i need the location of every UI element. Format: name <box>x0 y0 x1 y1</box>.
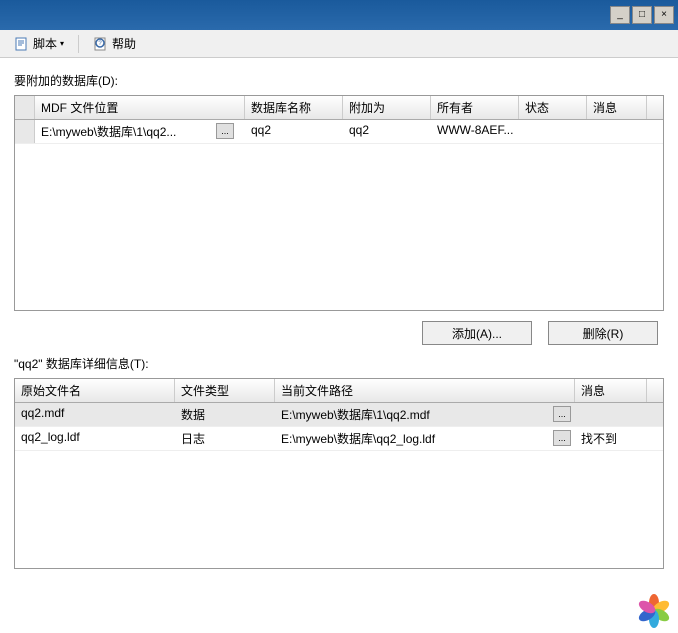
minimize-button[interactable]: _ <box>610 6 630 24</box>
row-marker-header <box>15 96 35 119</box>
maximize-button[interactable]: □ <box>632 6 652 24</box>
help-icon: ? <box>93 36 109 52</box>
script-icon <box>14 36 30 52</box>
col-orig-filename[interactable]: 原始文件名 <box>15 379 175 402</box>
cell-message <box>587 120 647 143</box>
cell-filename[interactable]: qq2.mdf <box>15 403 175 426</box>
cell-browse: ... <box>547 427 575 450</box>
col-owner[interactable]: 所有者 <box>431 96 519 119</box>
cell-browse: ... <box>205 120 245 143</box>
cell-path[interactable]: E:\myweb\数据库\1\qq2... <box>35 120 205 143</box>
col-db-name[interactable]: 数据库名称 <box>245 96 343 119</box>
cell-detail-message: 找不到 <box>575 427 647 450</box>
add-button[interactable]: 添加(A)... <box>422 321 532 345</box>
table-row[interactable]: qq2_log.ldf 日志 E:\myweb\数据库\qq2_log.ldf … <box>15 427 663 451</box>
col-file-path[interactable]: 当前文件路径 <box>275 379 575 402</box>
table-row[interactable]: qq2.mdf 数据 E:\myweb\数据库\1\qq2.mdf ... <box>15 403 663 427</box>
dropdown-icon: ▾ <box>60 39 64 48</box>
cell-detail-message <box>575 403 647 426</box>
help-button[interactable]: ? 帮助 <box>87 33 142 54</box>
browse-button[interactable]: ... <box>553 406 571 422</box>
remove-button[interactable]: 删除(R) <box>548 321 658 345</box>
script-button[interactable]: 脚本 ▾ <box>8 33 70 54</box>
details-grid[interactable]: 原始文件名 文件类型 当前文件路径 消息 qq2.mdf 数据 E:\myweb… <box>14 378 664 569</box>
col-detail-message[interactable]: 消息 <box>575 379 647 402</box>
attach-button-row: 添加(A)... 删除(R) <box>14 321 664 345</box>
content-area: 要附加的数据库(D): MDF 文件位置 数据库名称 附加为 所有者 状态 消息… <box>0 58 678 583</box>
cell-status <box>519 120 587 143</box>
col-status[interactable]: 状态 <box>519 96 587 119</box>
cell-filepath[interactable]: E:\myweb\数据库\1\qq2.mdf <box>275 403 547 426</box>
browse-button[interactable]: ... <box>553 430 571 446</box>
cell-filepath[interactable]: E:\myweb\数据库\qq2_log.ldf <box>275 427 547 450</box>
window-controls: _ □ × <box>610 6 674 24</box>
close-button[interactable]: × <box>654 6 674 24</box>
toolbar-separator <box>78 35 79 53</box>
help-label: 帮助 <box>112 35 136 52</box>
col-message[interactable]: 消息 <box>587 96 647 119</box>
cell-filetype: 数据 <box>175 403 275 426</box>
script-label: 脚本 <box>33 35 57 52</box>
details-grid-header: 原始文件名 文件类型 当前文件路径 消息 <box>15 379 663 403</box>
table-row[interactable]: E:\myweb\数据库\1\qq2... ... qq2 qq2 WWW-8A… <box>15 120 663 144</box>
col-file-type[interactable]: 文件类型 <box>175 379 275 402</box>
cell-attachas[interactable]: qq2 <box>343 120 431 143</box>
titlebar: _ □ × <box>0 0 678 30</box>
cell-filetype: 日志 <box>175 427 275 450</box>
browse-button[interactable]: ... <box>216 123 234 139</box>
attach-section-label: 要附加的数据库(D): <box>14 72 664 89</box>
row-marker <box>15 120 35 143</box>
watermark-icon <box>636 593 672 629</box>
cell-owner[interactable]: WWW-8AEF... <box>431 120 519 143</box>
details-section-label: "qq2" 数据库详细信息(T): <box>14 355 664 372</box>
attach-grid-body: E:\myweb\数据库\1\qq2... ... qq2 qq2 WWW-8A… <box>15 120 663 310</box>
cell-filename[interactable]: qq2_log.ldf <box>15 427 175 450</box>
cell-browse: ... <box>547 403 575 426</box>
col-attach-as[interactable]: 附加为 <box>343 96 431 119</box>
details-grid-body: qq2.mdf 数据 E:\myweb\数据库\1\qq2.mdf ... qq… <box>15 403 663 568</box>
col-mdf-location[interactable]: MDF 文件位置 <box>35 96 245 119</box>
cell-dbname[interactable]: qq2 <box>245 120 343 143</box>
attach-grid-header: MDF 文件位置 数据库名称 附加为 所有者 状态 消息 <box>15 96 663 120</box>
toolbar: 脚本 ▾ ? 帮助 <box>0 30 678 58</box>
attach-grid[interactable]: MDF 文件位置 数据库名称 附加为 所有者 状态 消息 E:\myweb\数据… <box>14 95 664 311</box>
